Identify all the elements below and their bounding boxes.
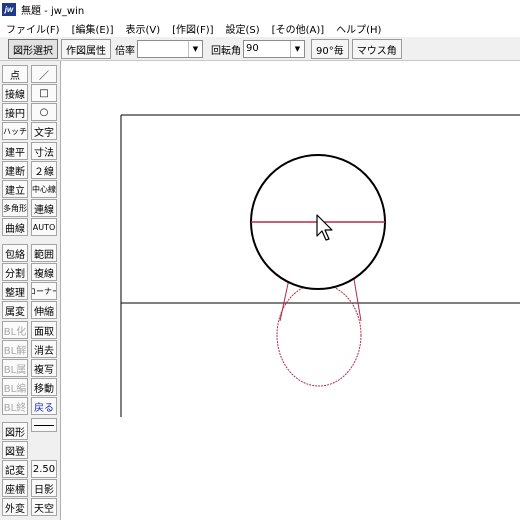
ellipse-shape [276, 283, 362, 387]
app-icon: jw [2, 3, 16, 16]
tool-connect-line[interactable]: 連線 [31, 199, 57, 217]
tool-block-release[interactable]: BL解 [2, 340, 28, 358]
tool-line[interactable]: ／ [31, 65, 57, 83]
chevron-down-icon[interactable]: ▼ [290, 41, 304, 57]
menu-edit[interactable]: [編集(E)] [66, 21, 120, 36]
tool-undo[interactable]: 戻る [31, 397, 57, 415]
tool-erase[interactable]: 消去 [31, 340, 57, 358]
menu-file[interactable]: ファイル(F) [0, 21, 66, 36]
tool-block-end[interactable]: BL終 [2, 397, 28, 415]
tool-external-change[interactable]: 外変 [2, 498, 28, 516]
tool-symbol-change[interactable]: 記変 [2, 460, 28, 478]
tool-tangent-circle[interactable]: 接円 [2, 103, 28, 121]
window-title: 無題 - jw_win [21, 6, 85, 17]
title-bar: jw 無題 - jw_win [0, 0, 520, 19]
rotation-label: 回転角 [211, 45, 241, 57]
tool-tangent-line[interactable]: 接線 [2, 84, 28, 102]
select-figure-button[interactable]: 図形選択 [8, 39, 58, 59]
tool-coordinates[interactable]: 座標 [2, 479, 28, 497]
tool-center-line[interactable]: 中心線 [31, 180, 57, 198]
scale-label: 倍率 [115, 45, 135, 57]
scale-value [138, 41, 188, 57]
rotation-value: 90 [246, 43, 259, 54]
chevron-down-icon[interactable]: ▼ [188, 41, 202, 57]
tool-attribute-change[interactable]: 属変 [2, 301, 28, 319]
tool-rectangle[interactable]: □ [31, 84, 57, 102]
tool-organize[interactable]: 整理 [2, 282, 28, 300]
tool-section[interactable]: 建断 [2, 161, 28, 179]
tool-auto[interactable]: AUTO [31, 218, 57, 236]
tool-figure[interactable]: 図形 [2, 422, 28, 440]
tool-point[interactable]: 点 [2, 65, 28, 83]
line-type-selector[interactable] [31, 418, 57, 432]
menu-bar: ファイル(F) [編集(E)] 表示(V) [作図(F)] 設定(S) [その他… [0, 19, 520, 37]
tool-corner[interactable]: コーナー [31, 282, 57, 300]
step-90-button[interactable]: 90°毎 [311, 39, 349, 59]
control-toolbar: 図形選択 作図属性 倍率 ▼ 回転角 90 ▼ 90°毎 マウス角 [0, 38, 520, 61]
tool-block-attribute[interactable]: BL属 [2, 359, 28, 377]
tool-offset[interactable]: 複線 [31, 263, 57, 281]
draw-attribute-button[interactable]: 作図属性 [61, 39, 111, 59]
tool-chamfer[interactable]: 面取 [31, 321, 57, 339]
tool-elevation[interactable]: 建立 [2, 180, 28, 198]
tool-figure-register[interactable]: 図登 [2, 441, 28, 459]
menu-help[interactable]: ヘルプ(H) [330, 21, 387, 36]
tool-hatch[interactable]: ハッチ [2, 122, 28, 140]
tool-polygon[interactable]: 多角形 [2, 199, 28, 217]
mouse-angle-button[interactable]: マウス角 [351, 39, 402, 59]
tool-block-edit[interactable]: BL編 [2, 378, 28, 396]
tool-curve[interactable]: 曲線 [2, 218, 28, 236]
tool-divide[interactable]: 分割 [2, 263, 28, 281]
menu-settings[interactable]: 設定(S) [220, 21, 266, 36]
tool-copy[interactable]: 複写 [31, 359, 57, 377]
scale-select[interactable]: ▼ [137, 40, 203, 58]
menu-other[interactable]: [その他(A)] [266, 21, 330, 36]
drawing-canvas[interactable] [61, 61, 520, 520]
tool-dimension[interactable]: 寸法 [31, 142, 57, 160]
tool-move[interactable]: 移動 [31, 378, 57, 396]
tool-block-make[interactable]: BL化 [2, 321, 28, 339]
tool-sun-shadow[interactable]: 日影 [31, 479, 57, 497]
tool-text[interactable]: 文字 [31, 122, 57, 140]
tool-plan[interactable]: 建平 [2, 142, 28, 160]
tool-double-line[interactable]: ２線 [31, 161, 57, 179]
tool-sky-factor[interactable]: 天空 [31, 498, 57, 516]
tool-stretch[interactable]: 伸縮 [31, 301, 57, 319]
tangent-line-left [279, 278, 290, 322]
tool-palette: 点 接線 接円 ハッチ 建平 建断 建立 多角形 曲線 包絡 分割 整理 属変 … [0, 61, 61, 520]
tool-envelope[interactable]: 包絡 [2, 244, 28, 262]
scale-display[interactable]: 2.50 [31, 460, 57, 478]
tool-circle[interactable]: ○ [31, 103, 57, 121]
rotation-select[interactable]: 90 ▼ [243, 40, 305, 58]
tool-range[interactable]: 範囲 [31, 244, 57, 262]
menu-view[interactable]: 表示(V) [120, 21, 167, 36]
drawing-svg [120, 114, 520, 417]
menu-draw[interactable]: [作図(F)] [166, 21, 219, 36]
